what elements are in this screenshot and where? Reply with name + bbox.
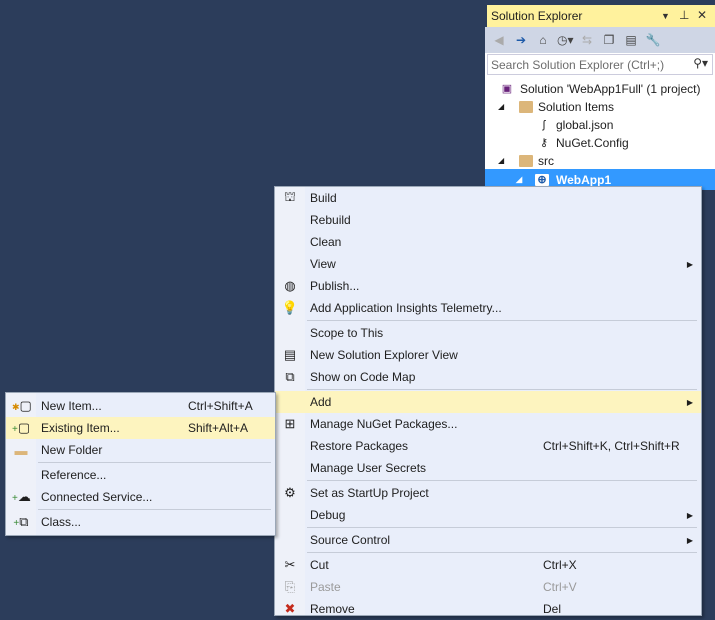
web-project-icon: ⊕: [535, 173, 549, 186]
menu-item-app-insights[interactable]: 💡 Add Application Insights Telemetry...: [275, 297, 701, 319]
panel-title: Solution Explorer: [491, 9, 583, 23]
paste-icon: ⎘: [284, 579, 296, 594]
submenu-item-new-item[interactable]: ✱▢ New Item... Ctrl+Shift+A: [6, 395, 275, 417]
expand-arrow-icon[interactable]: ◢: [498, 156, 504, 165]
menu-item-source-control[interactable]: Source Control ▶: [275, 529, 701, 551]
expand-arrow-icon[interactable]: ◢: [498, 102, 504, 111]
submenu-arrow-icon: ▶: [686, 510, 693, 520]
menu-item-build[interactable]: ⛫ Build: [275, 187, 701, 209]
forward-icon[interactable]: ➔: [513, 33, 529, 47]
solution-explorer-panel: Solution Explorer ▼ ⊥ ✕ ◀ ➔ ⌂ ◷▾ ⇆ ❐ ▤ 🔧…: [485, 0, 715, 190]
home-icon[interactable]: ⌂: [535, 33, 551, 47]
search-icon[interactable]: ⚲▾: [693, 56, 708, 70]
solution-icon: ▣: [501, 82, 513, 95]
dropdown-icon[interactable]: ▼: [661, 11, 670, 21]
search-box[interactable]: Search Solution Explorer (Ctrl+;) ⚲▾: [487, 54, 713, 75]
menu-item-publish[interactable]: ◍ Publish...: [275, 275, 701, 297]
code-map-icon: ⧉: [285, 369, 295, 384]
connected-service-icon: +☁: [12, 489, 31, 504]
submenu-arrow-icon: ▶: [686, 535, 693, 545]
submenu-arrow-icon: ▶: [686, 397, 693, 407]
nuget-icon: ⊞: [284, 416, 296, 431]
menu-item-paste[interactable]: ⎘ Paste Ctrl+V: [275, 576, 701, 598]
sync-icon[interactable]: ⇆: [579, 33, 595, 47]
search-input[interactable]: Search Solution Explorer (Ctrl+;): [491, 58, 664, 72]
folder-icon: [519, 100, 533, 113]
menu-item-rebuild[interactable]: Rebuild: [275, 209, 701, 231]
show-all-files-icon[interactable]: ▤: [623, 33, 639, 47]
context-menu: ⛫ Build Rebuild Clean View ▶ ◍ Publish... 💡…: [274, 186, 702, 616]
submenu-item-new-folder[interactable]: ▬ New Folder: [6, 439, 275, 461]
submenu-item-connected-service[interactable]: +☁ Connected Service...: [6, 486, 275, 508]
menu-item-startup[interactable]: ⚙ Set as StartUp Project: [275, 482, 701, 504]
menu-item-nuget[interactable]: ⊞ Manage NuGet Packages...: [275, 413, 701, 435]
add-submenu: ✱▢ New Item... Ctrl+Shift+A +▢ Existing Ite…: [5, 392, 276, 536]
menu-item-user-secrets[interactable]: Manage User Secrets: [275, 457, 701, 479]
new-view-icon: ▤: [283, 347, 297, 362]
properties-icon[interactable]: 🔧: [645, 33, 661, 47]
close-icon[interactable]: ✕: [697, 8, 707, 22]
publish-icon: ◍: [284, 278, 296, 293]
menu-item-code-map[interactable]: ⧉ Show on Code Map: [275, 366, 701, 388]
scissors-icon: ✂: [284, 557, 296, 572]
submenu-item-existing-item[interactable]: +▢ Existing Item... Shift+Alt+A: [6, 417, 275, 439]
expand-arrow-icon[interactable]: ◢: [516, 175, 522, 184]
config-file-icon: ⚷: [539, 136, 549, 149]
menu-item-add[interactable]: Add ▶: [275, 391, 701, 413]
menu-item-debug[interactable]: Debug ▶: [275, 504, 701, 526]
solution-explorer-titlebar: Solution Explorer ▼ ⊥ ✕: [485, 0, 715, 27]
insights-icon: 💡: [281, 300, 299, 315]
submenu-item-reference[interactable]: Reference...: [6, 464, 275, 486]
remove-icon: ✖: [284, 601, 296, 616]
menu-item-view[interactable]: View ▶: [275, 253, 701, 275]
menu-item-cut[interactable]: ✂ Cut Ctrl+X: [275, 554, 701, 576]
tree-item-src[interactable]: ◢ src: [485, 150, 715, 171]
menu-item-remove[interactable]: ✖ Remove Del: [275, 598, 701, 620]
menu-item-scope[interactable]: Scope to This: [275, 322, 701, 344]
class-icon: +⧉: [13, 514, 29, 529]
new-folder-icon: ▬: [14, 442, 28, 458]
gear-icon: ⚙: [284, 485, 296, 500]
json-file-icon: ʃ: [542, 118, 546, 131]
menu-item-restore[interactable]: Restore Packages Ctrl+Shift+K, Ctrl+Shift…: [275, 435, 701, 457]
collapse-all-icon[interactable]: ❐: [601, 33, 617, 47]
submenu-item-class[interactable]: +⧉ Class...: [6, 511, 275, 533]
back-icon[interactable]: ◀: [491, 33, 507, 47]
submenu-arrow-icon: ▶: [686, 259, 693, 269]
menu-item-new-view[interactable]: ▤ New Solution Explorer View: [275, 344, 701, 366]
pin-icon[interactable]: ⊥: [679, 8, 689, 22]
solution-explorer-toolbar: ◀ ➔ ⌂ ◷▾ ⇆ ❐ ▤ 🔧: [485, 27, 715, 53]
existing-item-icon: +▢: [12, 420, 31, 435]
folder-icon: [519, 154, 533, 167]
menu-item-clean[interactable]: Clean: [275, 231, 701, 253]
build-icon: ⛫: [284, 189, 296, 204]
history-icon[interactable]: ◷▾: [557, 33, 574, 47]
new-item-icon: ✱▢: [12, 398, 32, 413]
